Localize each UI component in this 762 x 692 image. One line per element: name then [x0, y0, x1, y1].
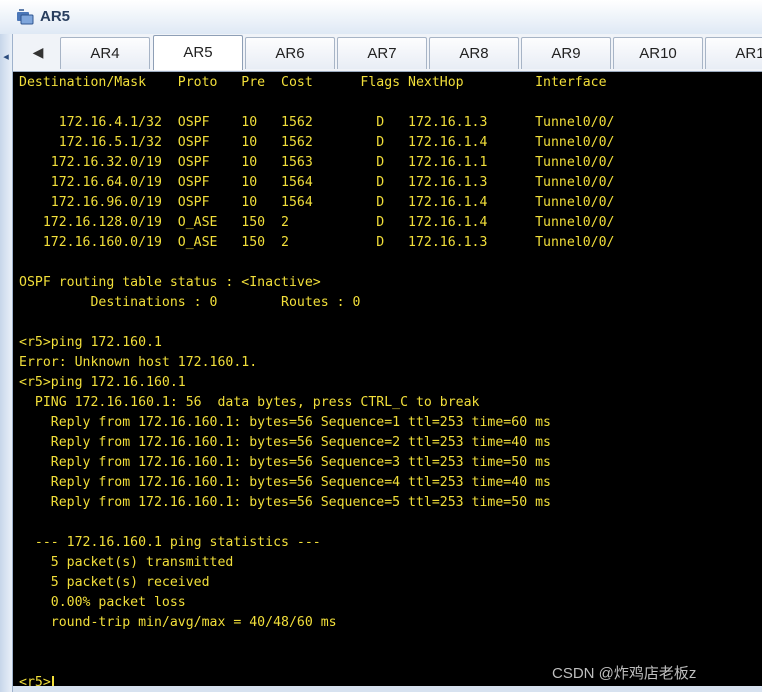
tab-ar7[interactable]: AR7	[337, 37, 427, 69]
terminal-line: Reply from 172.16.160.1: bytes=56 Sequen…	[19, 435, 551, 450]
terminal-line: Reply from 172.16.160.1: bytes=56 Sequen…	[19, 495, 551, 510]
tab-scroll-left-icon[interactable]: ◀	[25, 40, 51, 64]
terminal-line: <r5>ping 172.160.1	[19, 335, 162, 350]
tab-ar1[interactable]: AR1	[705, 37, 762, 69]
terminal-line: Reply from 172.16.160.1: bytes=56 Sequen…	[19, 475, 551, 490]
watermark: CSDN @炸鸡店老板z	[552, 665, 697, 682]
terminal-line: 5 packet(s) transmitted	[19, 555, 234, 570]
terminal-line: 172.16.32.0/19 OSPF 10 1563 D 172.16.1.1…	[19, 155, 615, 170]
terminal-line: <r5>ping 172.16.160.1	[19, 375, 186, 390]
terminal-line: 172.16.160.0/19 O_ASE 150 2 D 172.16.1.3…	[19, 235, 615, 250]
terminal-line: PING 172.16.160.1: 56 data bytes, press …	[19, 395, 480, 410]
router-app-icon	[17, 9, 34, 25]
terminal-line: OSPF routing table status : <Inactive>	[19, 275, 321, 290]
terminal-line: Destination/Mask Proto Pre Cost Flags Ne…	[19, 75, 607, 90]
tab-ar4[interactable]: AR4	[60, 37, 150, 69]
terminal-line: 172.16.64.0/19 OSPF 10 1564 D 172.16.1.3…	[19, 175, 615, 190]
terminal-line: round-trip min/avg/max = 40/48/60 ms	[19, 615, 337, 630]
terminal-line: 172.16.96.0/19 OSPF 10 1564 D 172.16.1.4…	[19, 195, 615, 210]
command-prompt-line[interactable]: <r5>	[19, 673, 614, 686]
window-bottom-border	[13, 686, 762, 692]
background-window-edge: ◂	[0, 34, 13, 692]
tab-ar9[interactable]: AR9	[521, 37, 611, 69]
terminal-line: 0.00% packet loss	[19, 595, 186, 610]
window-title: AR5	[40, 8, 71, 25]
window-title-bar: AR5	[0, 0, 762, 35]
text-cursor	[51, 675, 54, 686]
terminal-line: --- 172.16.160.1 ping statistics ---	[19, 535, 321, 550]
device-tab-bar: ◀ AR4 AR5 AR6 AR7 AR8 AR9 AR10 AR1	[13, 34, 762, 72]
tab-ar6[interactable]: AR6	[245, 37, 335, 69]
edge-glyph: ◂	[3, 51, 9, 63]
tab-ar5[interactable]: AR5	[153, 35, 243, 70]
tab-ar10[interactable]: AR10	[613, 37, 703, 69]
terminal-line: 172.16.4.1/32 OSPF 10 1562 D 172.16.1.3 …	[19, 115, 615, 130]
terminal-line: 5 packet(s) received	[19, 575, 210, 590]
terminal-line: Destinations : 0 Routes : 0	[19, 295, 361, 310]
terminal-output: Destination/Mask Proto Pre Cost Flags Ne…	[19, 73, 614, 686]
terminal-line: 172.16.5.1/32 OSPF 10 1562 D 172.16.1.4 …	[19, 135, 615, 150]
terminal-line: Error: Unknown host 172.160.1.	[19, 355, 258, 370]
terminal-line: Reply from 172.16.160.1: bytes=56 Sequen…	[19, 415, 551, 430]
terminal-line: 172.16.128.0/19 O_ASE 150 2 D 172.16.1.4…	[19, 215, 615, 230]
command-prompt: <r5>	[19, 675, 51, 686]
console-terminal[interactable]: Destination/Mask Proto Pre Cost Flags Ne…	[13, 72, 762, 686]
terminal-line: Reply from 172.16.160.1: bytes=56 Sequen…	[19, 455, 551, 470]
tab-ar8[interactable]: AR8	[429, 37, 519, 69]
